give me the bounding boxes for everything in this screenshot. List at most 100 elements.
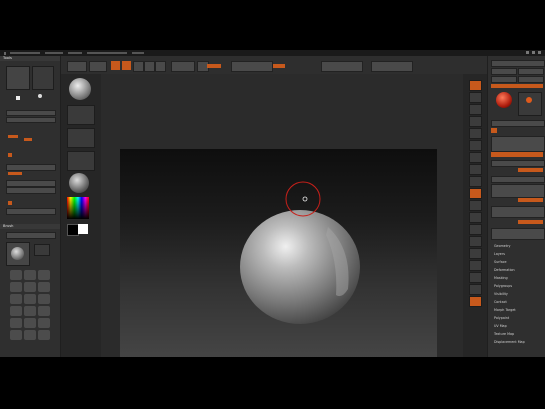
ghost-button[interactable] [469, 272, 482, 283]
subtool-row-2[interactable] [491, 176, 545, 183]
lightbox-button[interactable] [89, 61, 107, 72]
brush-icon[interactable] [10, 294, 22, 304]
subtool-options-2[interactable] [491, 206, 545, 218]
brush-icon[interactable] [24, 306, 36, 316]
focal-shift-slider[interactable] [231, 61, 273, 72]
orange-toggle-icon[interactable] [8, 153, 12, 157]
menu-item-3[interactable] [68, 52, 82, 54]
subpalette-uv-map[interactable]: UV Map [494, 324, 507, 328]
brush-icon[interactable] [24, 330, 36, 340]
scroll-button[interactable] [469, 104, 482, 115]
subpalette-contact[interactable]: Contact [494, 300, 507, 304]
material-icon[interactable] [69, 173, 89, 193]
bpr-button[interactable] [469, 80, 482, 91]
subtool-header[interactable] [491, 120, 545, 127]
texture-icon[interactable] [67, 151, 95, 171]
brush-icon[interactable] [24, 318, 36, 328]
primary-color-swatch[interactable] [78, 224, 88, 234]
transp-button[interactable] [469, 260, 482, 271]
brush-thumb-2[interactable] [34, 244, 50, 256]
subtool-slider-3[interactable] [518, 220, 543, 224]
xyz-button[interactable] [469, 188, 482, 199]
subpalette-masking[interactable]: Masking [494, 276, 508, 280]
current-brush-thumbnail[interactable] [6, 242, 30, 266]
subtool-slider-2[interactable] [518, 198, 543, 202]
brush-icon[interactable] [10, 306, 22, 316]
alpha-icon[interactable] [67, 128, 95, 148]
brush-icon[interactable] [10, 330, 22, 340]
document-viewport[interactable] [120, 149, 437, 357]
tool-thumbnail-2[interactable] [32, 66, 54, 90]
zoom-button[interactable] [469, 116, 482, 127]
brush-icon[interactable] [24, 294, 36, 304]
maximize-icon[interactable] [532, 51, 535, 54]
tool-slider-2[interactable] [6, 117, 56, 123]
brush-icon[interactable] [38, 294, 50, 304]
close-icon[interactable] [538, 51, 541, 54]
subpalette-polygroups[interactable]: Polygroups [494, 284, 512, 288]
edit-mode-button[interactable] [111, 61, 120, 70]
standard-brush-icon[interactable] [69, 78, 91, 100]
tool-header[interactable] [491, 60, 545, 67]
draw-size-slider[interactable] [273, 64, 285, 68]
tool-grid-item[interactable] [518, 92, 542, 116]
brush-icon[interactable] [10, 282, 22, 292]
stroke-icon[interactable] [67, 105, 95, 125]
brush-selector[interactable] [6, 232, 56, 239]
menu-item-2[interactable] [45, 52, 63, 54]
brush-icon[interactable] [10, 270, 22, 280]
menu-item-5[interactable] [132, 52, 144, 54]
subpalette-geometry[interactable]: Geometry [494, 244, 510, 248]
brush-icon[interactable] [38, 318, 50, 328]
minimize-icon[interactable] [526, 51, 529, 54]
load-tool-button[interactable] [491, 68, 517, 75]
paste-tool-button[interactable] [518, 76, 544, 83]
subtool-options[interactable] [491, 184, 545, 198]
z-intensity-slider[interactable] [207, 64, 221, 68]
subtool-highlight[interactable] [8, 135, 18, 138]
subpalette-displacement-map[interactable]: Displacement Map [494, 340, 525, 344]
brush-icon[interactable] [38, 270, 50, 280]
tool-slider-5[interactable] [6, 187, 56, 194]
projection-master-button[interactable] [67, 61, 87, 72]
floor-button[interactable] [469, 164, 482, 175]
sphere3d-tool-icon[interactable] [496, 92, 512, 108]
color-picker[interactable] [67, 197, 89, 219]
brush-icon[interactable] [38, 330, 50, 340]
menu-item-1[interactable] [10, 52, 40, 54]
draw-mode-button[interactable] [122, 61, 131, 70]
actual-button[interactable] [469, 128, 482, 139]
mrgb-button[interactable] [171, 61, 195, 72]
subpalette-deformation[interactable]: Deformation [494, 268, 515, 272]
persp-button[interactable] [469, 152, 482, 163]
local-button[interactable] [469, 176, 482, 187]
rotate-view-button[interactable] [469, 236, 482, 247]
brush-icon[interactable] [10, 318, 22, 328]
tool-slider[interactable] [6, 110, 56, 116]
spix-button[interactable] [469, 92, 482, 103]
orange-toggle-icon-2[interactable] [8, 201, 12, 205]
brush-icon[interactable] [24, 282, 36, 292]
active-subtool-row[interactable] [491, 152, 543, 157]
solo-button[interactable] [469, 284, 482, 295]
menu-item-4[interactable] [87, 52, 127, 54]
make-polymesh-button[interactable] [491, 84, 543, 88]
subpalette-surface[interactable]: Surface [494, 260, 507, 264]
subpalette-polypaint[interactable]: Polypaint [494, 316, 509, 320]
subpalette-texture-map[interactable]: Texture Map [494, 332, 514, 336]
move-mode-button[interactable] [133, 61, 144, 72]
tool-slider-3[interactable] [6, 164, 56, 171]
subpalette-layers[interactable]: Layers [494, 252, 505, 256]
aahalf-button[interactable] [469, 140, 482, 151]
scale-mode-button[interactable] [144, 61, 155, 72]
polyf-button[interactable] [469, 248, 482, 259]
rotate-mode-button[interactable] [155, 61, 166, 72]
subtool-visibility-icon[interactable] [491, 128, 497, 133]
brush-icon[interactable] [24, 270, 36, 280]
brush-icon[interactable] [38, 282, 50, 292]
current-tool-thumbnail[interactable] [6, 66, 30, 90]
copy-tool-button[interactable] [491, 76, 517, 83]
frame-button[interactable] [469, 200, 482, 211]
move-view-button[interactable] [469, 212, 482, 223]
subpalette-visibility[interactable]: Visibility [494, 292, 508, 296]
